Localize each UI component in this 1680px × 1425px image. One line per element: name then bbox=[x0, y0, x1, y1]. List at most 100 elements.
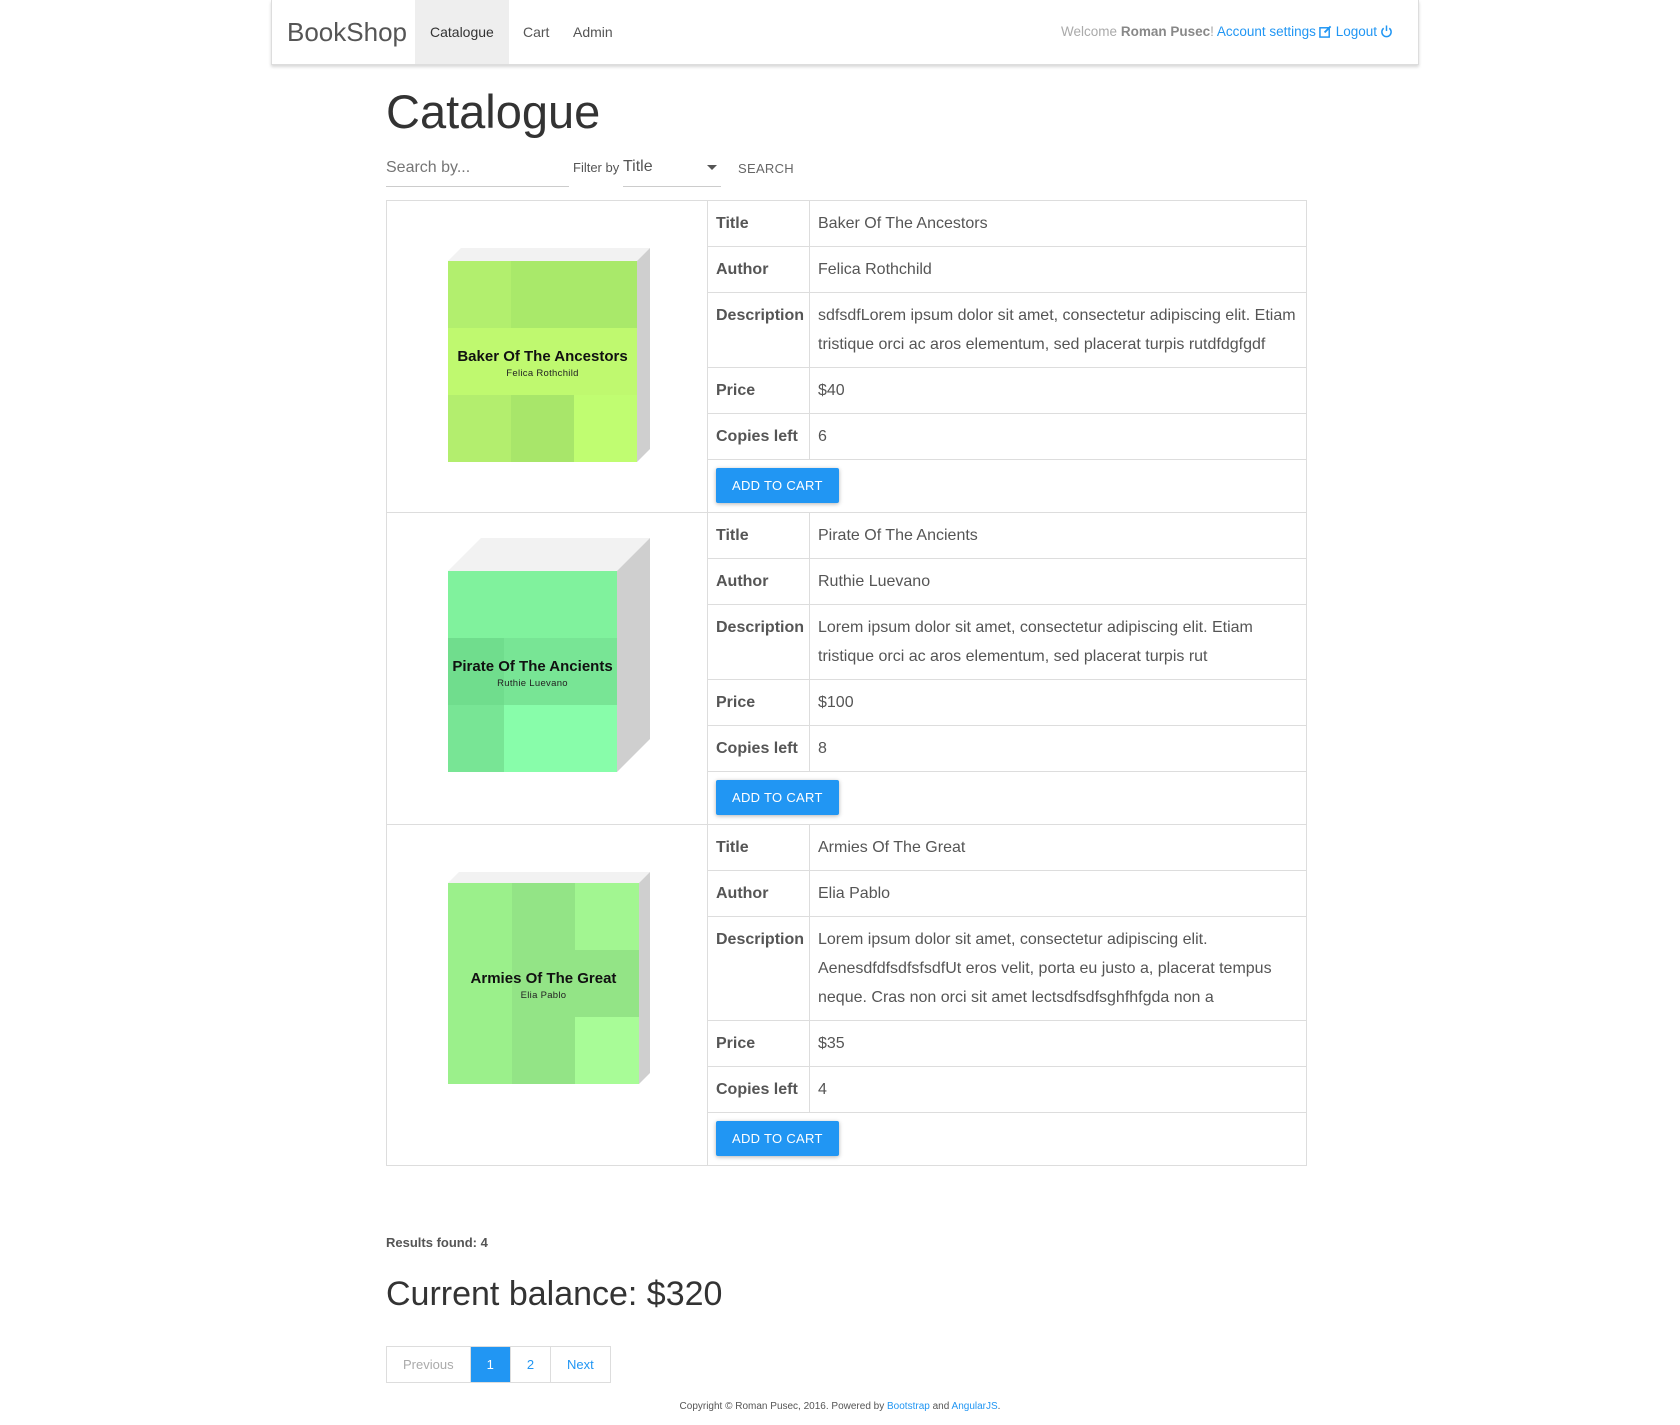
book-copies: 6 bbox=[818, 428, 827, 445]
cover-tile bbox=[448, 705, 505, 772]
copies-label: Copies left bbox=[708, 1067, 810, 1112]
caret-down-icon bbox=[707, 165, 717, 170]
cover-tile bbox=[574, 395, 637, 462]
book-author: Elia Pablo bbox=[818, 885, 891, 902]
filter-label: Filter by bbox=[573, 160, 620, 175]
book-details: Title Pirate Of The Ancients Author Ruthie… bbox=[708, 513, 1306, 824]
book-description: sdfsdfLorem ipsum dolor sit amet, consec… bbox=[818, 307, 1296, 353]
add-to-cart-button[interactable]: ADD TO CART bbox=[716, 468, 839, 503]
cover-tile bbox=[448, 883, 512, 950]
filter-select[interactable]: Title bbox=[623, 150, 721, 187]
book-price: $35 bbox=[818, 1035, 845, 1052]
bootstrap-link[interactable]: Bootstrap bbox=[887, 1401, 930, 1412]
cover-tile bbox=[560, 705, 617, 772]
cover-title: Armies Of The Great bbox=[470, 970, 617, 987]
catalogue-table: Baker Of The Ancestors Felica Rothchild … bbox=[386, 200, 1307, 1166]
book-details: Title Baker Of The Ancestors Author Felica… bbox=[708, 201, 1306, 512]
pagination-page-1[interactable]: 1 bbox=[470, 1347, 511, 1382]
book-copies: 4 bbox=[818, 1081, 827, 1098]
description-label: Description bbox=[708, 917, 810, 1020]
cover-cell: Baker Of The Ancestors Felica Rothchild bbox=[387, 201, 708, 512]
book-title: Armies Of The Great bbox=[818, 839, 966, 856]
logout-label: Logout bbox=[1335, 24, 1377, 39]
welcome-suffix: ! bbox=[1210, 24, 1217, 39]
book-copies: 8 bbox=[818, 740, 827, 757]
cover-tile bbox=[448, 1017, 512, 1084]
book-title: Pirate Of The Ancients bbox=[818, 527, 978, 544]
book-price: $40 bbox=[818, 382, 845, 399]
price-label: Price bbox=[708, 368, 810, 413]
cover-tile bbox=[504, 705, 561, 772]
copyright-end: . bbox=[997, 1401, 1001, 1412]
price-label: Price bbox=[708, 1021, 810, 1066]
account-settings-label: Account settings bbox=[1216, 24, 1316, 39]
book-details: Title Armies Of The Great Author Elia Pabl… bbox=[708, 825, 1306, 1165]
copies-label: Copies left bbox=[708, 414, 810, 459]
pagination-page-2[interactable]: 2 bbox=[511, 1347, 552, 1382]
navbar: BookShop Catalogue Cart Admin Welcome Ro… bbox=[271, 0, 1419, 65]
author-label: Author bbox=[708, 247, 810, 292]
book-front: Pirate Of The Ancients Ruthie Luevano bbox=[448, 571, 617, 772]
cover-title: Baker Of The Ancestors bbox=[457, 348, 628, 365]
pagination-next[interactable]: Next bbox=[551, 1347, 610, 1382]
book-row: Baker Of The Ancestors Felica Rothchild … bbox=[387, 201, 1306, 513]
cover-author: Felica Rothchild bbox=[506, 368, 579, 379]
book-price: $100 bbox=[818, 694, 854, 711]
cover-tile bbox=[574, 261, 637, 328]
cover-title: Pirate Of The Ancients bbox=[452, 658, 613, 675]
add-to-cart-button[interactable]: ADD TO CART bbox=[716, 1121, 839, 1156]
author-label: Author bbox=[708, 871, 810, 916]
cover-author: Elia Pablo bbox=[520, 990, 567, 1001]
book-front: Baker Of The Ancestors Felica Rothchild bbox=[448, 261, 637, 462]
search-input[interactable] bbox=[386, 150, 569, 187]
cover-tile bbox=[511, 395, 574, 462]
filter-value: Title bbox=[623, 158, 653, 175]
tab-catalogue[interactable]: Catalogue bbox=[415, 0, 509, 64]
book-description: Lorem ipsum dolor sit amet, consectetur … bbox=[818, 931, 1272, 1006]
cover-author: Ruthie Luevano bbox=[497, 678, 568, 689]
pagination: Previous 1 2 Next bbox=[386, 1346, 611, 1383]
book-row: Pirate Of The Ancients Ruthie Luevano Ti… bbox=[387, 513, 1306, 825]
pagination-previous[interactable]: Previous bbox=[387, 1347, 471, 1382]
cover-cell: Pirate Of The Ancients Ruthie Luevano bbox=[387, 513, 708, 824]
copyright-and: and bbox=[929, 1401, 952, 1412]
copyright-text: Copyright © Roman Pusec, 2016. Powered b… bbox=[679, 1401, 888, 1412]
cover-tile bbox=[511, 1017, 576, 1084]
results-count: Results found: 4 bbox=[386, 1235, 488, 1250]
book-author: Felica Rothchild bbox=[818, 261, 932, 278]
title-label: Title bbox=[708, 825, 810, 870]
add-to-cart-button[interactable]: ADD TO CART bbox=[716, 780, 839, 815]
book-author: Ruthie Luevano bbox=[818, 573, 931, 590]
search-button[interactable]: SEARCH bbox=[728, 150, 804, 187]
cover-cell: Armies Of The Great Elia Pablo bbox=[387, 825, 708, 1165]
book-front: Armies Of The Great Elia Pablo bbox=[448, 883, 639, 1084]
price-label: Price bbox=[708, 680, 810, 725]
power-icon bbox=[1380, 25, 1393, 41]
account-settings-link[interactable]: Account settings bbox=[1217, 24, 1332, 39]
cover-tile bbox=[448, 571, 505, 638]
book-title: Baker Of The Ancestors bbox=[818, 215, 988, 232]
cover-tile bbox=[511, 261, 574, 328]
author-label: Author bbox=[708, 559, 810, 604]
cover-tile bbox=[575, 1017, 639, 1084]
angularjs-link[interactable]: AngularJS bbox=[952, 1401, 998, 1412]
cover-tile bbox=[560, 571, 617, 638]
edit-icon bbox=[1319, 25, 1332, 41]
cover-tile bbox=[448, 261, 511, 328]
description-label: Description bbox=[708, 293, 810, 367]
tab-cart[interactable]: Cart bbox=[508, 0, 564, 64]
user-name: Roman Pusec bbox=[1120, 24, 1211, 39]
cover-tile bbox=[575, 883, 639, 950]
footer-copyright: Copyright © Roman Pusec, 2016. Powered b… bbox=[0, 1401, 1680, 1412]
brand-logo[interactable]: BookShop bbox=[287, 17, 407, 48]
page-title: Catalogue bbox=[386, 85, 601, 138]
user-area: Welcome Roman Pusec! Account settings Lo… bbox=[1061, 24, 1393, 41]
book-row: Armies Of The Great Elia Pablo Title Armi… bbox=[387, 825, 1306, 1165]
logout-link[interactable]: Logout bbox=[1336, 24, 1393, 39]
copies-label: Copies left bbox=[708, 726, 810, 771]
title-label: Title bbox=[708, 513, 810, 558]
current-balance: Current balance: $320 bbox=[386, 1275, 723, 1313]
tab-admin[interactable]: Admin bbox=[558, 0, 628, 64]
cover-tile bbox=[448, 395, 511, 462]
title-label: Title bbox=[708, 201, 810, 246]
